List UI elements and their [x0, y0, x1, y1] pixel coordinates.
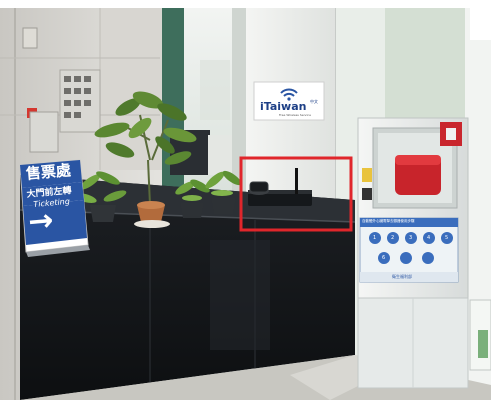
itaiwan-subline-text: Free Wireless Service [279, 113, 311, 117]
itaiwan-brand-text: iTaiwan [260, 100, 307, 113]
aed-step-2: 2 [391, 235, 395, 241]
aed-step-3: 3 [409, 235, 413, 241]
ticket-sign-title: 售票處 [25, 161, 72, 183]
scene [0, 0, 491, 400]
aed-step-5: 5 [445, 235, 449, 241]
aed-step-4: 4 [427, 235, 431, 241]
ticket-sign-arrow: → [26, 202, 55, 240]
aed-step-6: 6 [382, 255, 386, 261]
aed-poster-footer: 衛生福利部 [392, 274, 412, 279]
itaiwan-badge-text: 中文 [310, 99, 318, 104]
photo: iTaiwan Free Wireless Service 中文 售票處 大門前… [0, 0, 491, 400]
switch-panel [59, 69, 101, 133]
aed-step-1: 1 [373, 235, 377, 241]
aed-poster-header: 自動體外心臟電擊去顫器使用步驟 [362, 219, 415, 223]
